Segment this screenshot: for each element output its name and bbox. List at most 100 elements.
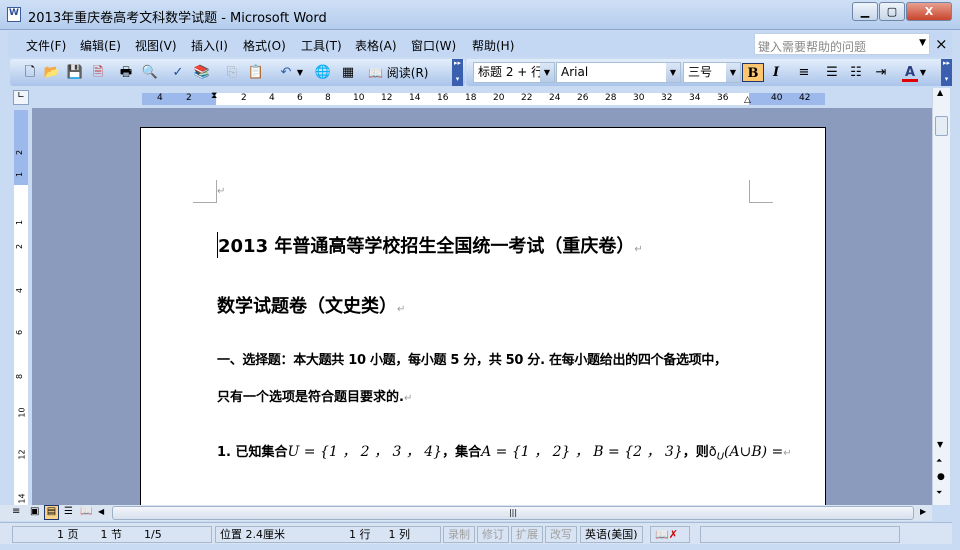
- ruler-left-margin: [142, 93, 216, 105]
- ruler-num: 16: [437, 93, 449, 103]
- q1-text: 1. 已知集合: [217, 445, 288, 460]
- normal-view-icon[interactable]: ≡: [12, 506, 20, 517]
- menu-view[interactable]: 视图(V): [135, 37, 177, 54]
- chevron-down-icon[interactable]: ▼: [540, 63, 554, 82]
- align-center-icon[interactable]: ≡: [794, 63, 814, 82]
- scroll-down-icon[interactable]: ▼: [937, 440, 943, 449]
- help-search-input[interactable]: 键入需要帮助的问题 ▼: [754, 33, 930, 55]
- print-icon[interactable]: 🖶: [116, 63, 136, 82]
- status-language[interactable]: 英语(美国): [580, 526, 643, 543]
- spelling-icon[interactable]: ✓: [168, 63, 188, 82]
- menu-help[interactable]: 帮助(H): [472, 37, 514, 54]
- print-layout-icon[interactable]: ▤: [44, 505, 59, 520]
- help-placeholder: 键入需要帮助的问题: [758, 40, 867, 54]
- print-preview-icon[interactable]: 🔍: [140, 63, 160, 82]
- status-trk[interactable]: 修订: [477, 526, 509, 543]
- italic-button[interactable]: I: [766, 63, 786, 82]
- minimize-button[interactable]: ▁: [852, 2, 878, 21]
- vruler-num: 14: [17, 493, 27, 504]
- chevron-down-icon[interactable]: ▼: [726, 63, 740, 82]
- style-combo[interactable]: 标题 2 + 行 ▼: [473, 62, 555, 83]
- previous-page-icon[interactable]: ⏶: [936, 456, 942, 466]
- menu-window[interactable]: 窗口(W): [411, 37, 456, 54]
- new-document-icon[interactable]: 🗋: [20, 63, 40, 82]
- vruler-num: 2: [15, 243, 25, 250]
- horizontal-ruler[interactable]: 4 2 40 42 ⧗ △ 2 4 6 8 10 12 14 16 18 20 22 24 26 28 30…: [40, 91, 920, 106]
- tab-selector[interactable]: ∟: [13, 90, 29, 105]
- close-help-icon[interactable]: ×: [935, 35, 948, 53]
- bold-button[interactable]: B: [742, 63, 764, 82]
- status-position-info: 位置 2.4厘米 1 行 1 列: [215, 526, 441, 543]
- font-color-button[interactable]: A: [900, 63, 920, 82]
- web-view-icon[interactable]: ▣: [30, 506, 39, 517]
- title-text: 2013 年普通高等学校招生全国统一考试（重庆卷）: [218, 236, 635, 257]
- bullets-icon[interactable]: ☷: [846, 63, 866, 82]
- right-indent-marker[interactable]: △: [744, 95, 751, 105]
- ruler-num: 6: [297, 93, 303, 103]
- ruler-num: 8: [325, 93, 331, 103]
- save-icon[interactable]: 💾: [65, 63, 85, 82]
- menu-format[interactable]: 格式(O): [243, 37, 286, 54]
- status-section: 1 节: [100, 528, 123, 541]
- menu-insert[interactable]: 插入(I): [191, 37, 228, 54]
- copy-icon[interactable]: ⎘: [222, 63, 242, 82]
- reading-view-icon[interactable]: 📖: [80, 506, 92, 517]
- vertical-scrollbar[interactable]: ▲ ▼ ⏶ ● ⏷: [932, 88, 950, 505]
- book-icon: 📖: [368, 66, 383, 80]
- menu-file[interactable]: 文件(F): [26, 37, 66, 54]
- menu-table[interactable]: 表格(A): [355, 37, 397, 54]
- toolbar-options-icon[interactable]: ▸▸ ▾: [452, 59, 463, 86]
- toolbar-options-icon[interactable]: ▸▸ ▾: [941, 59, 952, 86]
- margin-corner: [193, 180, 217, 203]
- paragraph-mark: ↵: [397, 304, 406, 315]
- ruler-num: 34: [689, 93, 701, 103]
- undo-dropdown-icon[interactable]: ▼: [294, 63, 306, 82]
- read-label: 阅读(R): [386, 66, 429, 80]
- numbering-icon[interactable]: ☰: [822, 63, 842, 82]
- indent-icon[interactable]: ⇥: [871, 63, 891, 82]
- browse-object-icon[interactable]: ●: [937, 472, 945, 482]
- scroll-up-icon[interactable]: ▲: [937, 88, 943, 97]
- font-combo[interactable]: Arial ▼: [556, 62, 681, 83]
- paragraph-mark: ↵: [634, 244, 643, 255]
- scroll-right-icon[interactable]: ▶: [920, 507, 926, 516]
- chevron-down-icon[interactable]: ▼: [919, 38, 926, 48]
- menu-tools[interactable]: 工具(T): [301, 37, 342, 54]
- paste-icon[interactable]: 📋: [246, 63, 266, 82]
- hyperlink-icon[interactable]: 🌐: [313, 63, 333, 82]
- menu-bar: 文件(F) 编辑(E) 视图(V) 插入(I) 格式(O) 工具(T) 表格(A…: [8, 31, 952, 57]
- document-page[interactable]: ↵ 2013 年普通高等学校招生全国统一考试（重庆卷）↵ 数学试题卷（文史类）↵…: [140, 127, 826, 505]
- vertical-ruler[interactable]: 2 1 1 2 4 6 8 10 12 14: [14, 110, 28, 505]
- vruler-num: 1: [15, 219, 25, 226]
- q1-text: ，则: [682, 445, 709, 460]
- horizontal-scroll-thumb[interactable]: |||: [112, 506, 914, 520]
- font-size-combo[interactable]: 三号 ▼: [683, 62, 741, 83]
- read-mode-button[interactable]: 📖 阅读(R): [368, 64, 428, 81]
- status-rec[interactable]: 录制: [443, 526, 475, 543]
- standard-toolbar: 🗋 📂 💾 🗎 🖶 🔍 ✓ 📚 ⎘ 📋 ↶ ▼ 🌐 ▦ 📖 阅读(R) ▸▸ ▾: [10, 59, 465, 86]
- restore-button[interactable]: ▢: [879, 2, 905, 21]
- chevron-down-icon[interactable]: ▼: [666, 63, 680, 82]
- status-ovr[interactable]: 改写: [545, 526, 577, 543]
- permission-icon[interactable]: 🗎: [88, 63, 108, 82]
- indent-marker[interactable]: ⧗: [211, 91, 217, 101]
- open-folder-icon[interactable]: 📂: [42, 63, 62, 82]
- font-color-swatch: [902, 79, 918, 82]
- menu-edit[interactable]: 编辑(E): [80, 37, 121, 54]
- font-color-dropdown-icon[interactable]: ▼: [918, 63, 928, 82]
- scroll-thumb[interactable]: [935, 116, 948, 136]
- status-ext[interactable]: 扩展: [511, 526, 543, 543]
- close-button[interactable]: X: [906, 2, 952, 21]
- scroll-left-icon[interactable]: ◀: [98, 507, 104, 516]
- ruler-num: 32: [661, 93, 673, 103]
- undo-icon[interactable]: ↶: [276, 63, 296, 82]
- research-icon[interactable]: 📚: [192, 63, 212, 82]
- paragraph-mark: ↵: [217, 186, 226, 197]
- outline-view-icon[interactable]: ☰: [64, 506, 73, 517]
- table-icon[interactable]: ▦: [338, 63, 358, 82]
- next-page-icon[interactable]: ⏷: [936, 488, 942, 498]
- word-app-icon: W: [7, 7, 21, 22]
- document-area: ↵ 2013 年普通高等学校招生全国统一考试（重庆卷）↵ 数学试题卷（文史类）↵…: [32, 108, 932, 505]
- font-size-value: 三号: [688, 65, 713, 79]
- spelling-status-icon[interactable]: 📖✗: [650, 526, 690, 543]
